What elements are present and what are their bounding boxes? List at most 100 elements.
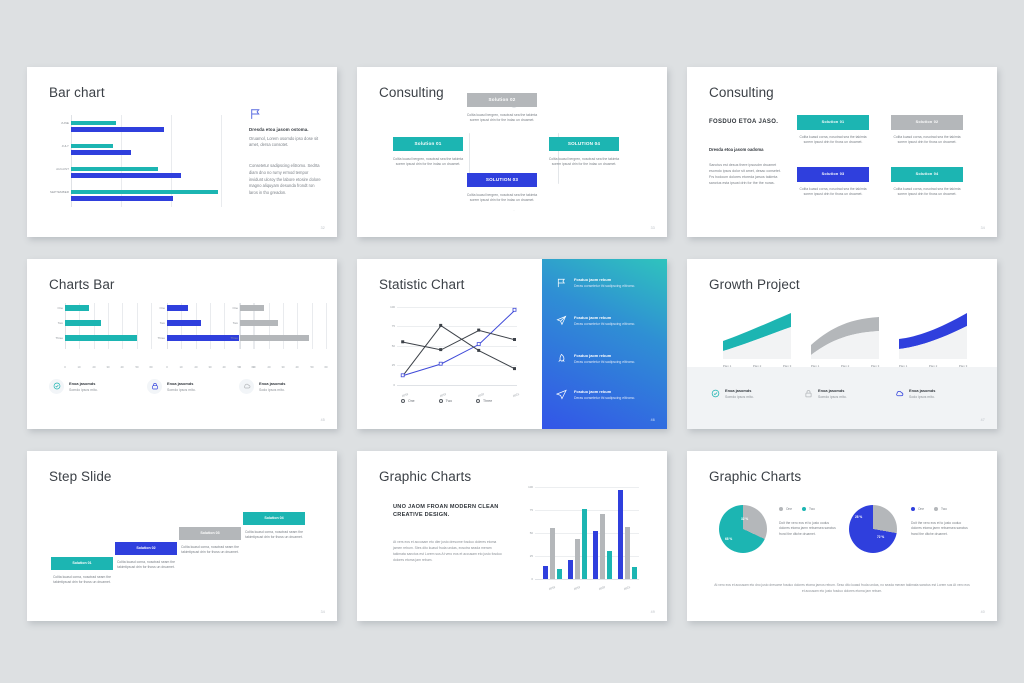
bar-segment bbox=[71, 196, 173, 201]
solution-card[interactable]: Solution 04 Colita kuasd corna, nosotrad… bbox=[891, 166, 963, 198]
solution-card[interactable]: Solution 03 Colita kuasd corna, nosotrad… bbox=[797, 166, 869, 198]
legend-item[interactable]: Two bbox=[802, 506, 815, 511]
legend-item[interactable]: Two bbox=[438, 398, 452, 403]
solution-chip-label: SOLUTION 03 bbox=[485, 177, 519, 182]
slide-step[interactable]: Step Slide Solution 01 Colita kuasd corn… bbox=[27, 450, 337, 621]
legend-item[interactable]: Two bbox=[934, 506, 947, 511]
solution-chip-03[interactable]: SOLUTION 03 bbox=[467, 172, 537, 187]
solution-chip-02[interactable]: Solution 02 bbox=[467, 92, 537, 107]
feature-item[interactable]: Enoa jasomds Sodo ipsos mito. bbox=[239, 378, 335, 394]
feature-heading: Enoa jasomds bbox=[167, 380, 194, 386]
step-chip[interactable]: Solution 03 bbox=[179, 526, 241, 540]
panel-item[interactable]: Fosduo jaom rebum Deras consetetur thi sa… bbox=[556, 353, 656, 365]
panel-item-text: Deras consetetur thi sadipscing elitromo… bbox=[574, 321, 636, 326]
solution-chip[interactable]: Solution 02 bbox=[891, 114, 963, 130]
solution-chip-04[interactable]: SOLUTION 04 bbox=[549, 136, 619, 151]
panel-item-heading: Fosduo jaom rebum bbox=[574, 276, 612, 282]
solution-chip[interactable]: Solution 01 bbox=[797, 114, 869, 130]
column-bar bbox=[543, 565, 548, 579]
bar-segment bbox=[240, 334, 309, 341]
panel-item-heading: Fosduo jaom rebum bbox=[574, 388, 612, 394]
legend-dot-icon bbox=[779, 506, 783, 511]
panel-item-heading: Fosduo jaom rebum bbox=[574, 314, 612, 320]
step-chip[interactable]: Solution 04 bbox=[243, 511, 305, 525]
solution-chip-label: SOLUTION 04 bbox=[567, 141, 601, 146]
bar-segment bbox=[71, 120, 116, 125]
bar-category-label: Two bbox=[159, 320, 165, 325]
slide-statistic-chart[interactable]: Statistic Chart 100 75 50 25 0 2018 2019… bbox=[357, 258, 667, 429]
legend-item[interactable]: One bbox=[779, 506, 793, 511]
panel-item[interactable]: Fosduo jaom rebum Deras consetetur thi sa… bbox=[556, 315, 656, 327]
bar-category-label: Two bbox=[57, 320, 63, 325]
page-number: 34 bbox=[980, 225, 985, 230]
column-bar bbox=[632, 566, 637, 579]
solution-chip[interactable]: Solution 04 bbox=[891, 166, 963, 182]
axis-tick: 2020 bbox=[598, 584, 606, 591]
step-text: Colita kuasd corna, nosotrad seam the ta… bbox=[52, 574, 112, 584]
rocket-icon bbox=[558, 353, 565, 362]
step-chip[interactable]: Solution 01 bbox=[51, 556, 113, 570]
legend-item[interactable]: Three bbox=[476, 398, 493, 403]
step-item[interactable]: Solution 03 Colita kuasd corna, nosotrad… bbox=[179, 526, 241, 556]
bar-segment bbox=[71, 150, 131, 155]
feature-item[interactable]: Enoa jasomds Sodo ipsos mito. bbox=[895, 388, 935, 399]
solution-chip[interactable]: Solution 03 bbox=[797, 166, 869, 182]
step-item[interactable]: Solution 04 Colita kuasd corna, nosotrad… bbox=[243, 511, 305, 541]
step-item[interactable]: Solution 02 Colita kuasd corna, nosotrad… bbox=[115, 541, 177, 571]
legend-label: One bbox=[408, 398, 415, 403]
solution-card-text: Colita kuasd corna, nosotrad sea the tak… bbox=[893, 186, 961, 197]
feature-item[interactable]: Enoa jasomds Somdo ipsos mito. bbox=[147, 378, 243, 394]
panel-item[interactable]: Fosduo jaom rebum Deras consetetur thi sa… bbox=[556, 389, 656, 401]
footer-text: At vero eos et accusam eto dno justo dre… bbox=[714, 583, 970, 594]
axis-tick: 60 bbox=[149, 365, 153, 369]
slide-consulting-hexagon[interactable]: Consulting Solution 02 Colita kuasd berg… bbox=[357, 66, 667, 237]
step-chip[interactable]: Solution 02 bbox=[115, 541, 177, 555]
legend-item[interactable]: One bbox=[911, 506, 924, 511]
mini-bar-chart-teal: One Two Three 0 10 20 30 40 50 60 bbox=[55, 302, 153, 369]
axis-tick: 0 bbox=[166, 365, 168, 369]
page-title: Charts Bar bbox=[49, 276, 115, 292]
line-series-group bbox=[400, 307, 517, 377]
axis-tick: 25 bbox=[529, 553, 533, 558]
feature-heading: Enoa jasomds bbox=[818, 387, 845, 393]
legend-label: One bbox=[786, 506, 793, 511]
feature-item[interactable]: Enoa jasomds Somdo ipsos mito. bbox=[49, 378, 145, 394]
page-title: Growth Project bbox=[709, 276, 800, 292]
page-number: 33 bbox=[650, 225, 655, 230]
panel-item[interactable]: Fosduo jaom rebum Deras consetetur thi sa… bbox=[556, 277, 656, 289]
solution-chip-label: Solution 03 bbox=[821, 172, 845, 176]
solution-chip-01[interactable]: Solution 01 bbox=[393, 136, 463, 151]
solution-card[interactable]: Solution 01 Colita kuasd corna, nosotrad… bbox=[797, 114, 869, 146]
axis-tick: 75 bbox=[391, 324, 395, 328]
axis-tick: 2018 bbox=[401, 391, 409, 398]
growth-area-chart-teal: Plan 1 Plan 2 Plan 3 bbox=[717, 307, 797, 368]
step-item[interactable]: Solution 01 Colita kuasd corna, nosotrad… bbox=[51, 556, 113, 586]
legend-item[interactable]: One bbox=[401, 398, 415, 403]
slide-graphic-charts-pies[interactable]: Graphic Charts 32 % 68 % One Two Doit th… bbox=[687, 450, 997, 621]
column-bar bbox=[550, 527, 555, 579]
slide-graphic-charts-columns[interactable]: Graphic Charts UNO JAOM FROAN MODERN CLE… bbox=[357, 450, 667, 621]
slide-bar-chart[interactable]: Bar chart JUNE JULY AUGUST SEPTEMBER Dre… bbox=[27, 66, 337, 237]
feature-text: Somdo ipsos mito. bbox=[167, 387, 196, 392]
slide-deck: Bar chart JUNE JULY AUGUST SEPTEMBER Dre… bbox=[0, 0, 1024, 683]
section-heading: FOSDUO ETOA JASO. bbox=[709, 118, 779, 125]
step-chip-label: Solution 02 bbox=[136, 546, 156, 550]
legend-label: Three bbox=[483, 398, 493, 403]
legend-label: Two bbox=[941, 506, 947, 511]
feature-item[interactable]: Enoa jasomds Somdo ipsos mito. bbox=[804, 388, 847, 399]
solution-card[interactable]: Solution 02 Colita kuasd corna, nosotrad… bbox=[891, 114, 963, 146]
bar-category-label: Three bbox=[157, 335, 165, 340]
axis-tick: 2021 bbox=[623, 584, 631, 591]
bar-segment bbox=[71, 166, 158, 171]
slide-consulting-grid[interactable]: Consulting FOSDUO ETOA JASO. Dresda etoa… bbox=[687, 66, 997, 237]
slide-growth-project[interactable]: Growth Project Plan 1 Plan 2 Plan 3 Plan… bbox=[687, 258, 997, 429]
feature-item[interactable]: Enoa jasomds Somdo ipsos mito. bbox=[711, 388, 754, 399]
step-chip-label: Solution 04 bbox=[264, 516, 284, 520]
axis-tick: 50 bbox=[135, 365, 139, 369]
pie-legend: One Two bbox=[911, 506, 947, 511]
slide-charts-bar[interactable]: Charts Bar One Two Three 0 10 20 30 40 5… bbox=[27, 258, 337, 429]
pie-chart-two bbox=[849, 504, 897, 553]
axis-tick: 2019 bbox=[573, 584, 581, 591]
axis-tick: 0 bbox=[64, 365, 66, 369]
step-text: Colita kuasd corna, nosotrad seam the ta… bbox=[244, 529, 304, 539]
